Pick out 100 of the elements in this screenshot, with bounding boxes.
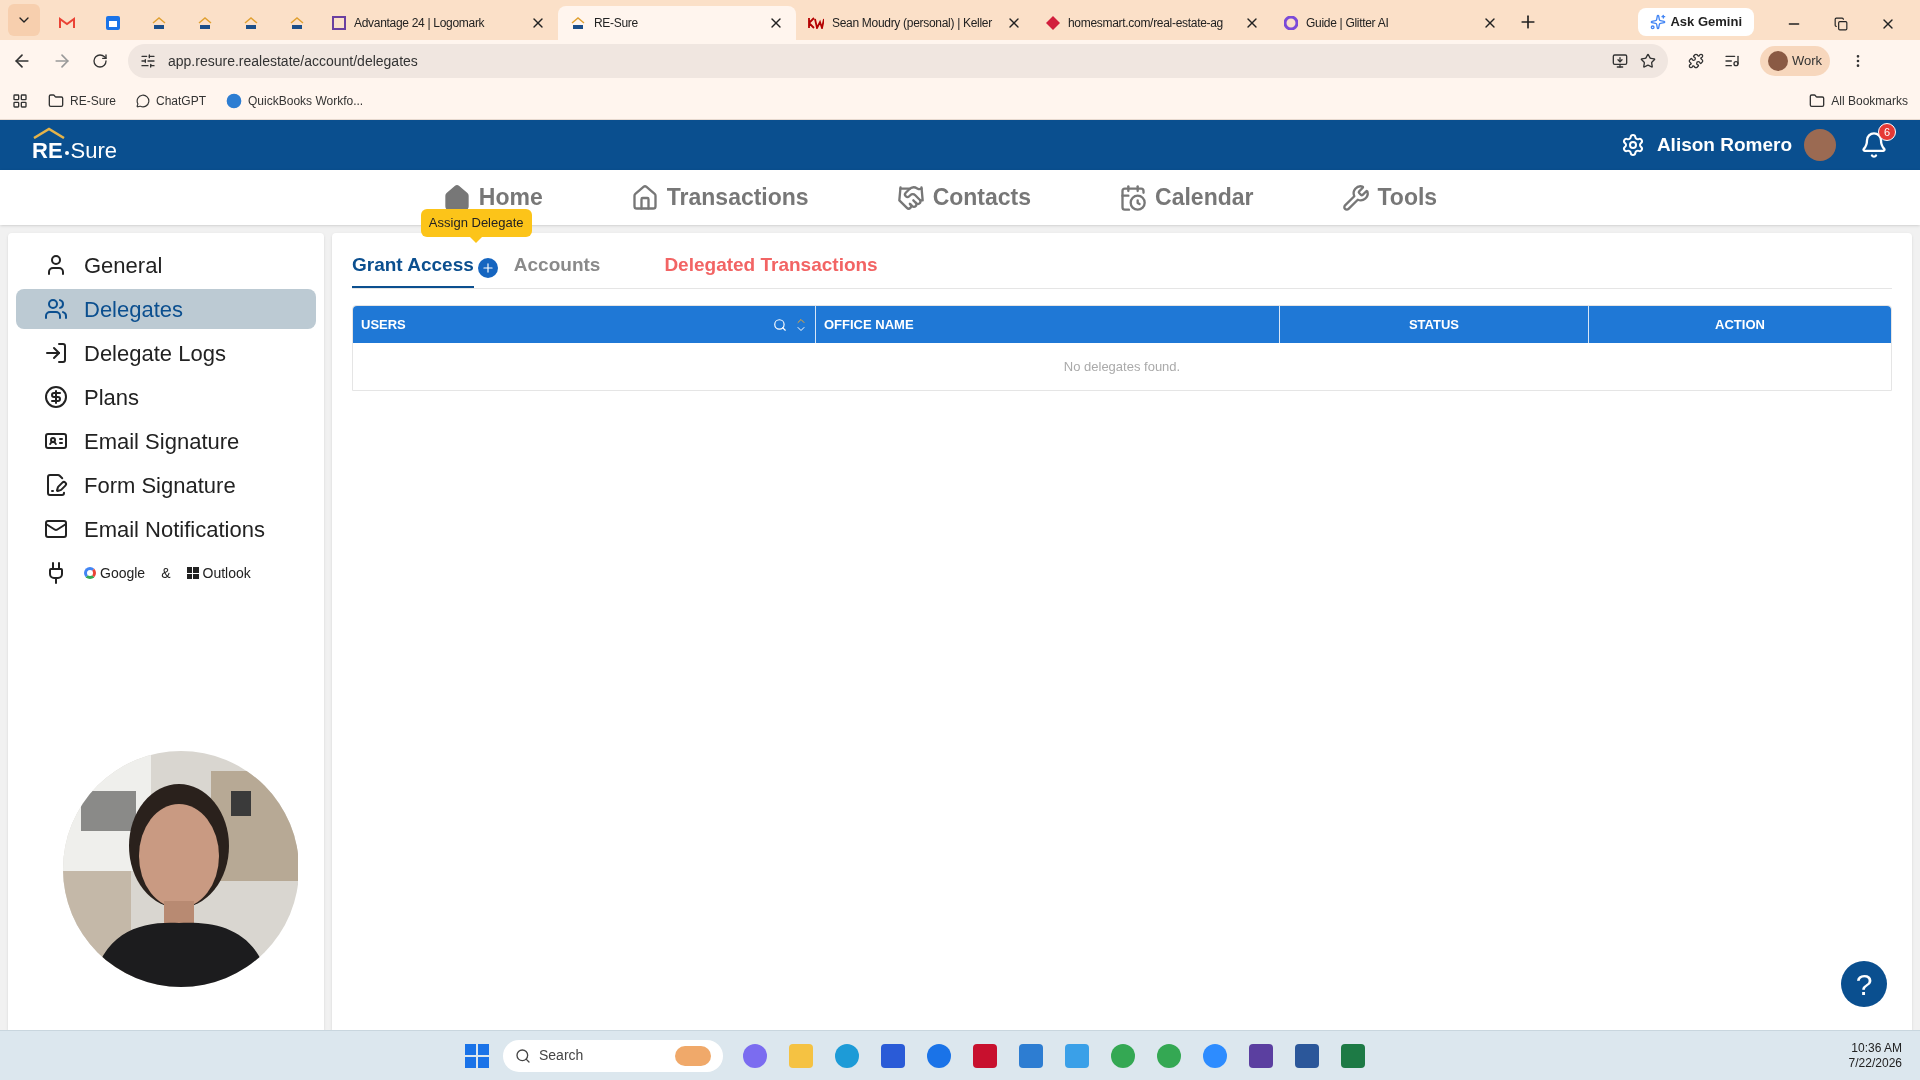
signature-icon xyxy=(44,473,68,497)
help-button[interactable]: ? xyxy=(1841,961,1887,1007)
nav-item[interactable]: Transactions xyxy=(630,180,809,215)
tab-title: Sean Moudry (personal) | Keller xyxy=(832,15,993,32)
mail-icon xyxy=(44,517,68,541)
folder-icon xyxy=(48,92,64,109)
app-icon[interactable] xyxy=(927,1043,951,1068)
calendar-icon xyxy=(1119,183,1148,212)
house-icon xyxy=(243,16,259,30)
bookmark[interactable]: ChatGPT xyxy=(136,91,207,110)
bookmark[interactable]: RE-Sure xyxy=(48,91,116,110)
url-text: app.resure.realestate/account/delegates xyxy=(168,51,419,71)
sidebar-item[interactable]: Plans xyxy=(16,377,316,417)
ampersand: & xyxy=(161,563,171,583)
sidebar-item[interactable]: Email Notifications xyxy=(16,509,316,549)
app-icon[interactable] xyxy=(1341,1043,1365,1068)
clock-time: 10:36 AM xyxy=(1851,1040,1902,1056)
column-header[interactable]: USERS xyxy=(353,306,815,343)
sidebar-item[interactable]: General xyxy=(16,245,316,285)
apps-icon[interactable] xyxy=(12,92,28,109)
install-icon[interactable] xyxy=(1612,53,1628,69)
house-icon xyxy=(442,183,471,212)
logo[interactable]: RE Sure xyxy=(32,127,118,163)
outlook-label: Outlook xyxy=(202,563,251,583)
tab-title: RE-Sure xyxy=(594,15,639,32)
house-icon xyxy=(151,16,167,30)
calendar-icon xyxy=(106,16,120,30)
users-icon xyxy=(44,297,68,321)
content-tab[interactable]: Grant Access xyxy=(352,245,474,288)
add-icon[interactable] xyxy=(477,258,498,278)
logo-icon xyxy=(808,17,824,29)
browser-tab[interactable]: homesmart.com/real-estate-ag xyxy=(1034,6,1272,40)
nav-item[interactable]: Calendar xyxy=(1119,180,1254,215)
restore-icon[interactable] xyxy=(1834,17,1848,31)
sparkle-icon xyxy=(1650,14,1667,30)
handshake-icon xyxy=(896,183,925,212)
star-icon[interactable] xyxy=(1640,53,1656,69)
sidebar-item[interactable]: Google & Outlook xyxy=(16,553,316,593)
google-icon xyxy=(84,567,96,579)
site-settings-icon[interactable] xyxy=(140,53,156,69)
sidebar-item[interactable]: Delegate Logs xyxy=(16,333,316,373)
mail-icon xyxy=(59,17,75,29)
g-icon xyxy=(1284,16,1298,30)
app-icon[interactable] xyxy=(1249,1043,1273,1068)
tab-title: Guide | Glitter AI xyxy=(1306,15,1390,32)
profile-button[interactable]: Work xyxy=(1760,46,1831,76)
house-icon xyxy=(289,16,305,30)
sidebar-item[interactable]: Delegates xyxy=(16,289,316,329)
app-icon[interactable] xyxy=(881,1043,905,1068)
chat-icon xyxy=(136,93,150,108)
app-icon[interactable] xyxy=(1203,1043,1227,1068)
column-header[interactable]: STATUS xyxy=(1279,306,1588,343)
nav-item[interactable]: Contacts xyxy=(896,180,1032,215)
user-name: Alison Romero xyxy=(1656,132,1792,157)
sidebar-item[interactable]: Email Signature xyxy=(16,421,316,461)
bookmark[interactable]: QuickBooks Workfo... xyxy=(226,91,364,110)
taskbar-search[interactable]: Search xyxy=(503,1039,723,1072)
notification-badge: 6 xyxy=(1878,123,1896,141)
avatar-icon xyxy=(1768,51,1788,71)
circle-icon xyxy=(226,92,243,109)
column-header[interactable]: OFFICE NAME xyxy=(815,306,1279,343)
tab-list-button[interactable] xyxy=(8,4,40,36)
square-icon xyxy=(332,16,346,30)
diamond-icon xyxy=(1046,16,1060,30)
browser-tab[interactable]: RE-Sure xyxy=(558,6,796,40)
all-bookmarks[interactable]: All Bookmarks xyxy=(1809,91,1908,110)
tooltip-arrow xyxy=(470,237,483,244)
start-icon[interactable] xyxy=(465,1043,489,1068)
settings-icon[interactable] xyxy=(1620,133,1645,157)
folder-icon xyxy=(1809,92,1826,109)
app-icon[interactable] xyxy=(1019,1043,1043,1068)
search-icon xyxy=(515,1047,531,1064)
media-icon[interactable] xyxy=(1724,53,1740,69)
gemini-button[interactable]: Ask Gemini xyxy=(1638,8,1754,36)
app-icon[interactable] xyxy=(743,1043,767,1068)
column-header[interactable]: ACTION xyxy=(1588,306,1891,343)
wrench-icon xyxy=(1341,183,1370,212)
browser-tab[interactable]: Guide | Glitter AI xyxy=(1272,6,1510,40)
dollar-icon xyxy=(44,385,68,409)
tab-title: Advantage 24 | Logomark xyxy=(354,15,486,32)
google-label: Google xyxy=(100,563,146,583)
nav-item[interactable]: Tools xyxy=(1341,180,1438,215)
house-icon xyxy=(570,16,586,30)
search-icon[interactable] xyxy=(773,317,787,332)
browser-tab[interactable]: Sean Moudry (personal) | Keller xyxy=(796,6,1034,40)
app-icon[interactable] xyxy=(973,1043,997,1068)
clock-date: 7/22/2026 xyxy=(1848,1055,1902,1071)
sidebar-item[interactable]: Form Signature xyxy=(16,465,316,505)
app-icon[interactable] xyxy=(1295,1043,1319,1068)
windows-icon xyxy=(186,567,199,579)
address-bar[interactable]: app.resure.realestate/account/delegates xyxy=(128,44,1668,78)
tooltip: Assign Delegate xyxy=(420,209,532,238)
login-icon xyxy=(44,341,68,365)
house-icon xyxy=(630,183,659,212)
house-icon xyxy=(197,16,213,30)
tab-title: homesmart.com/real-estate-ag xyxy=(1068,15,1224,32)
browser-tab[interactable]: Advantage 24 | Logomark xyxy=(320,6,558,40)
empty-message: No delegates found. xyxy=(1062,357,1182,376)
extensions-icon[interactable] xyxy=(1688,53,1704,69)
reload-icon[interactable] xyxy=(92,53,108,69)
